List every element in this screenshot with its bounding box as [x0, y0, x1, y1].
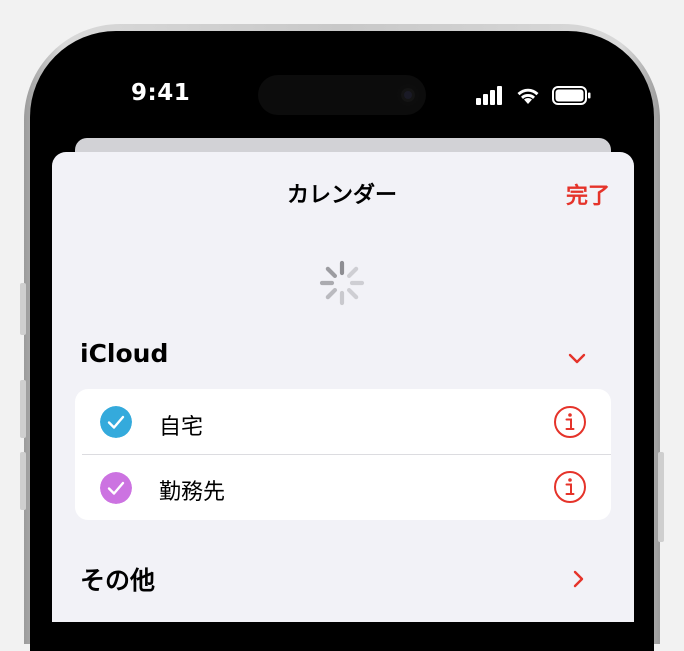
calendar-row-home[interactable]: 自宅	[75, 389, 611, 454]
calendar-label-work: 勤務先	[159, 480, 226, 505]
battery-icon	[552, 86, 591, 105]
side-button-left-1	[20, 283, 26, 335]
section-header-other[interactable]: その他	[80, 561, 155, 597]
info-icon[interactable]	[553, 405, 587, 439]
row-divider	[82, 454, 611, 455]
wifi-icon	[517, 88, 539, 104]
done-button[interactable]: 完了	[566, 178, 610, 210]
side-button-left-2	[20, 380, 26, 438]
calendar-row-work[interactable]: 勤務先	[75, 455, 611, 520]
section-header-icloud[interactable]: iCloud	[80, 339, 168, 368]
loading-spinner-icon	[319, 260, 365, 306]
calendar-label-home: 自宅	[159, 415, 204, 440]
chevron-right-icon[interactable]	[570, 568, 586, 590]
side-button-left-3	[20, 452, 26, 510]
checkmark-circle-icon[interactable]	[100, 472, 132, 504]
status-icons	[474, 84, 594, 106]
info-icon[interactable]	[553, 470, 587, 504]
status-time: 9:41	[131, 80, 191, 106]
checkmark-circle-icon[interactable]	[100, 406, 132, 438]
calendars-sheet	[52, 152, 634, 622]
side-button-right	[658, 452, 664, 542]
cellular-signal-icon	[476, 86, 502, 105]
chevron-down-icon[interactable]	[566, 350, 588, 366]
camera-icon	[397, 84, 419, 106]
